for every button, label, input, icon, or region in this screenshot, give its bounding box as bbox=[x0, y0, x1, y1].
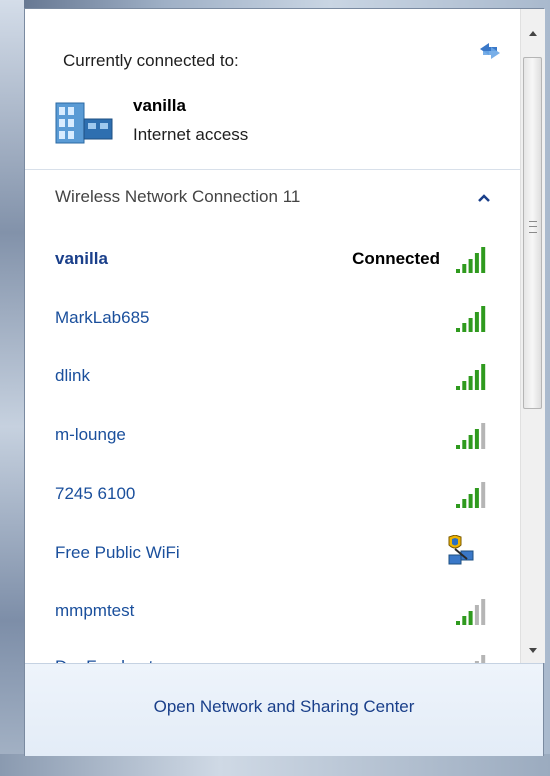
network-row[interactable]: Free Public WiFi bbox=[25, 535, 520, 575]
signal-bar bbox=[462, 616, 467, 625]
signal-bar bbox=[481, 247, 486, 273]
signal-bar bbox=[456, 386, 460, 390]
chevron-up-icon[interactable] bbox=[477, 193, 491, 203]
network-name: Free Public WiFi bbox=[55, 543, 180, 562]
signal-bar bbox=[462, 323, 467, 332]
network-name: 7245 6100 bbox=[55, 484, 136, 503]
network-name: vanilla bbox=[55, 249, 108, 268]
signal-bar bbox=[481, 364, 486, 390]
signal-bar bbox=[468, 494, 473, 508]
signal-bar bbox=[468, 376, 473, 390]
window-frame: Currently connected to: vanilla Internet… bbox=[0, 0, 550, 776]
footer: Open Network and Sharing Center bbox=[25, 663, 543, 756]
signal-bar bbox=[456, 269, 460, 273]
signal-bar bbox=[468, 611, 473, 625]
network-row[interactable]: MarkLab685 bbox=[25, 300, 520, 340]
signal-bar bbox=[456, 328, 460, 332]
signal-bar bbox=[474, 253, 479, 273]
thumb-grip-icon bbox=[529, 221, 537, 233]
current-network-status: Internet access bbox=[133, 125, 249, 144]
signal-bars-icon bbox=[456, 247, 486, 273]
signal-bar bbox=[474, 312, 479, 332]
signal-bar bbox=[481, 599, 486, 625]
refresh-icon[interactable] bbox=[477, 39, 503, 63]
signal-bars-icon bbox=[456, 423, 486, 449]
signal-bars-icon bbox=[456, 599, 486, 625]
network-row[interactable]: m-lounge bbox=[25, 417, 520, 457]
signal-bar bbox=[468, 259, 473, 273]
adhoc-shield-icon bbox=[448, 535, 474, 565]
signal-bar bbox=[481, 482, 486, 508]
signal-bar bbox=[462, 499, 467, 508]
signal-bar bbox=[462, 381, 467, 390]
network-name: m-lounge bbox=[55, 425, 126, 444]
network-name: mmpmtest bbox=[55, 601, 135, 620]
current-title: Currently connected to: bbox=[63, 51, 239, 70]
connection-status: Connected bbox=[352, 249, 440, 268]
network-row[interactable]: dlink bbox=[25, 358, 520, 398]
frame-glass-bottom bbox=[0, 754, 550, 776]
signal-bar bbox=[456, 621, 460, 625]
signal-bar bbox=[468, 318, 473, 332]
signal-bars-icon bbox=[456, 364, 486, 390]
current-network-name: vanilla bbox=[133, 96, 186, 115]
open-network-sharing-center-link[interactable]: Open Network and Sharing Center bbox=[25, 697, 543, 717]
network-name: MarkLab685 bbox=[55, 308, 150, 327]
network-flyout: Currently connected to: vanilla Internet… bbox=[24, 8, 545, 756]
wireless-section-header[interactable]: Wireless Network Connection 11 bbox=[25, 187, 520, 217]
network-row[interactable]: 7245 6100 bbox=[25, 476, 520, 516]
signal-bar bbox=[456, 504, 460, 508]
signal-bar bbox=[462, 264, 467, 273]
signal-bar bbox=[474, 370, 479, 390]
frame-glass-left bbox=[0, 0, 24, 776]
network-row[interactable]: vanilla Connected bbox=[25, 241, 520, 281]
signal-bar bbox=[462, 440, 467, 449]
signal-bar bbox=[481, 423, 486, 449]
signal-bar bbox=[481, 306, 486, 332]
scrollbar[interactable] bbox=[520, 9, 545, 663]
section-label: Wireless Network Connection 11 bbox=[55, 187, 301, 206]
network-building-icon bbox=[55, 102, 113, 144]
signal-bar bbox=[474, 605, 479, 625]
scroll-up-arrow-icon[interactable] bbox=[521, 23, 545, 45]
signal-bar bbox=[474, 429, 479, 449]
signal-bars-icon bbox=[456, 306, 486, 332]
signal-bar bbox=[468, 435, 473, 449]
scroll-thumb[interactable] bbox=[523, 57, 542, 409]
signal-bar bbox=[474, 488, 479, 508]
network-row[interactable]: mmpmtest bbox=[25, 593, 520, 633]
signal-bar bbox=[456, 445, 460, 449]
current-connection-section: Currently connected to: vanilla Internet… bbox=[25, 9, 520, 170]
signal-bars-icon bbox=[456, 482, 486, 508]
scroll-down-arrow-icon[interactable] bbox=[521, 639, 545, 661]
network-name: dlink bbox=[55, 366, 90, 385]
